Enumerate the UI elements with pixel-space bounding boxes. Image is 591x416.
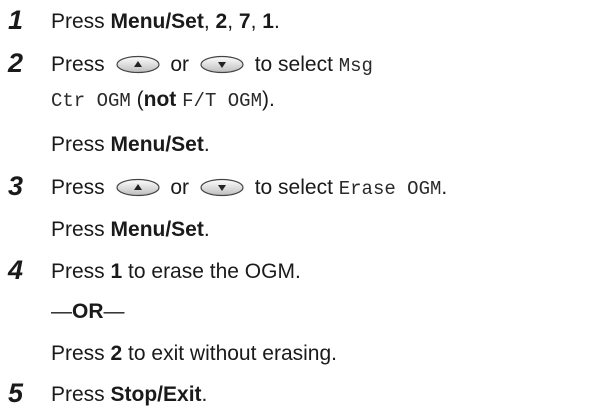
lcd-display-text: Ctr OGM: [51, 90, 131, 112]
step-4-line-1: Press 1 to erase the OGM.: [51, 256, 301, 288]
step-3-line-1: Press or to select Erase OGM.: [51, 172, 447, 205]
text: .: [273, 10, 280, 33]
down-arrow-button-icon: [200, 55, 244, 74]
step-2-line-3: Press Menu/Set.: [51, 129, 210, 161]
step-number: 5: [8, 378, 24, 408]
step-number: 3: [8, 171, 24, 201]
text: Press: [51, 218, 111, 241]
step-number: 2: [8, 48, 24, 78]
text: ,: [227, 10, 239, 33]
text: Press: [51, 176, 111, 199]
step-1-line: Press Menu/Set, 2, 7, 1.: [51, 6, 280, 38]
step-2-line-2: Ctr OGM (not F/T OGM).: [51, 84, 275, 117]
key-label: 2: [110, 342, 123, 365]
text: to select: [248, 176, 339, 199]
text: —: [51, 300, 72, 323]
text: Press: [51, 133, 111, 156]
text: or: [164, 53, 195, 76]
up-arrow-button-icon: [115, 55, 160, 74]
lcd-display-text: F/T OGM: [182, 90, 262, 112]
text: —: [103, 300, 125, 323]
text: .: [203, 218, 210, 241]
text: Press: [51, 10, 111, 33]
text: to select: [248, 53, 339, 76]
down-arrow-button-icon: [200, 178, 244, 197]
or-label: OR: [72, 300, 104, 323]
step-number: 4: [8, 255, 24, 285]
key-label: 2: [215, 10, 228, 33]
key-label: 1: [110, 260, 123, 283]
key-label: 7: [238, 10, 251, 33]
text: (: [130, 88, 144, 111]
step-2-line-1: Press or to select Msg: [51, 49, 373, 82]
key-label: Menu/Set: [110, 133, 204, 156]
text: ).: [261, 88, 275, 111]
text: ,: [203, 10, 216, 33]
key-label: Menu/Set: [110, 10, 204, 33]
text: Press: [51, 342, 111, 365]
text: ,: [250, 10, 263, 33]
lcd-display-text: Erase OGM: [338, 178, 442, 200]
lcd-display-text: Msg: [338, 55, 373, 77]
text: to exit without erasing.: [122, 342, 337, 365]
step-3-line-2: Press Menu/Set.: [51, 214, 210, 246]
text: Press: [51, 383, 111, 406]
key-label: Stop/Exit: [110, 383, 202, 406]
text: .: [441, 176, 448, 199]
text: .: [201, 383, 208, 406]
text: to erase the OGM.: [122, 260, 301, 283]
text: Press: [51, 53, 111, 76]
key-label: Menu/Set: [110, 218, 204, 241]
key-label: 1: [262, 10, 274, 33]
emphasis: not: [143, 88, 177, 111]
text: or: [164, 176, 195, 199]
step-4-or-separator: —OR—: [51, 296, 125, 328]
step-5-line: Press Stop/Exit.: [51, 379, 207, 411]
text: Press: [51, 260, 111, 283]
text: .: [203, 133, 210, 156]
up-arrow-button-icon: [115, 178, 160, 197]
instruction-page: { "steps": [ { "number": "1", "lines": […: [0, 0, 591, 416]
step-4-line-3: Press 2 to exit without erasing.: [51, 338, 337, 370]
step-number: 1: [8, 5, 24, 35]
